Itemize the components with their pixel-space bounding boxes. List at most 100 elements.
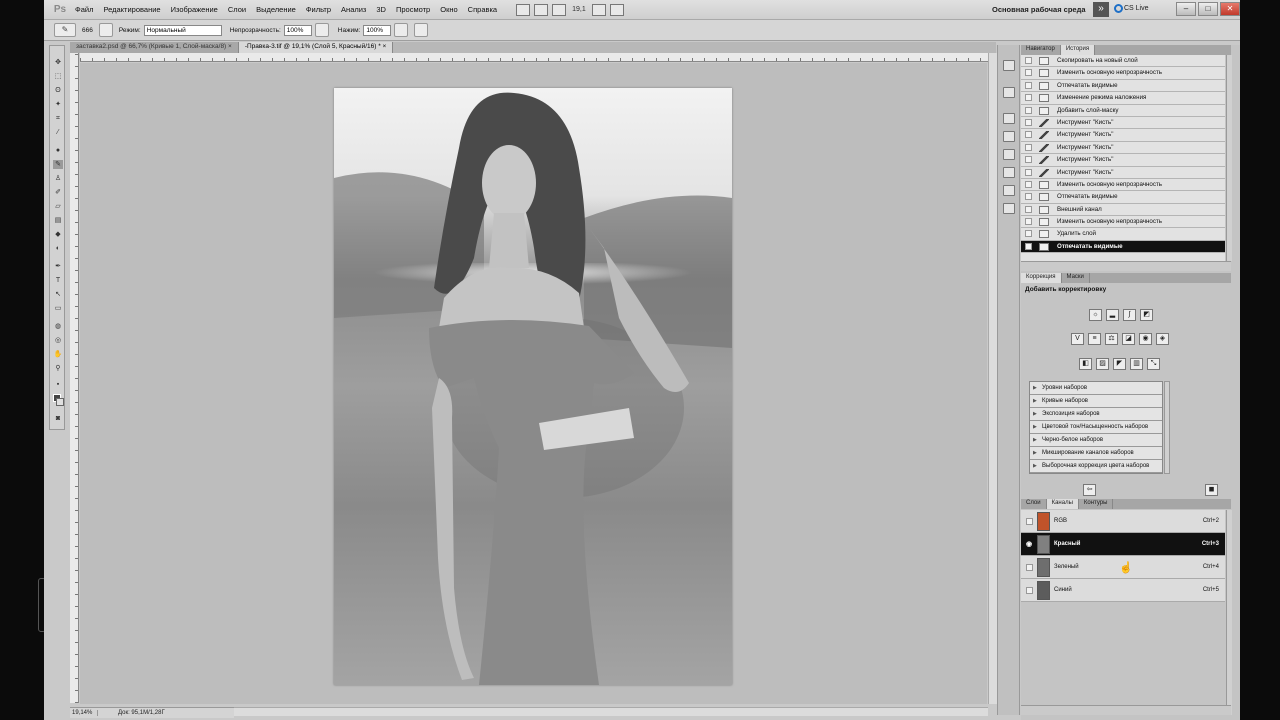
3d-rotate-tool-icon[interactable]: ◍	[53, 322, 63, 331]
tab-masks[interactable]: Маски	[1061, 273, 1090, 283]
photo-filter-icon[interactable]: ◉	[1139, 333, 1152, 345]
status-zoom-field[interactable]: 19,14%	[70, 710, 98, 716]
history-source-checkbox[interactable]	[1025, 69, 1032, 77]
channel-row[interactable]: ◉ Красный Ctrl+3	[1021, 533, 1225, 556]
menu-analysis[interactable]: Анализ	[336, 5, 371, 14]
quick-select-tool-icon[interactable]: ✦	[53, 100, 63, 109]
history-item[interactable]: Инструмент "Кисть"	[1021, 167, 1225, 179]
tab-layers[interactable]: Слои	[1021, 499, 1047, 509]
canvas-horizontal-scrollbar[interactable]	[234, 707, 988, 716]
history-source-checkbox[interactable]	[1025, 143, 1032, 151]
airbrush-icon[interactable]	[394, 23, 409, 37]
history-item[interactable]: Скопировать на новый слой	[1021, 55, 1225, 68]
tab-channels[interactable]: Каналы	[1046, 499, 1079, 509]
curves-icon[interactable]: ∫	[1123, 309, 1136, 321]
eyedropper-tool-icon[interactable]: ⁄	[53, 128, 63, 137]
tab-document-1[interactable]: заставка2.psd @ 66,7% (Кривые 1, Слой-ма…	[70, 42, 239, 53]
crop-tool-icon[interactable]: ⌗	[53, 114, 63, 123]
default-colors-icon[interactable]: ▪	[53, 380, 63, 389]
clone-source-panel-icon[interactable]	[1003, 131, 1015, 142]
eye-icon[interactable]	[1026, 564, 1033, 571]
cs-live-button[interactable]: CS Live	[1124, 5, 1149, 12]
history-item[interactable]: Изменить основную непрозрачность	[1021, 216, 1225, 229]
maximize-button[interactable]: □	[1198, 2, 1218, 16]
dodge-tool-icon[interactable]: ◐	[53, 244, 63, 253]
eye-icon[interactable]: ◉	[1026, 541, 1033, 548]
blur-tool-icon[interactable]: ◆	[53, 230, 63, 239]
tab-paths[interactable]: Контуры	[1078, 499, 1114, 509]
preset-item[interactable]: Черно-белое наборов	[1030, 434, 1162, 447]
channels-scrollbar[interactable]	[1226, 510, 1232, 715]
3d-orbit-tool-icon[interactable]: ◎	[53, 336, 63, 345]
history-item[interactable]: Отпечатать видимые	[1021, 80, 1225, 93]
history-item[interactable]: Удалить слой	[1021, 228, 1225, 241]
menu-view[interactable]: Просмотр	[391, 5, 435, 14]
status-doc-size[interactable]: Док: 95,1M/1,28Г	[118, 710, 165, 716]
history-scrollbar[interactable]	[1226, 55, 1232, 261]
actions-panel-icon[interactable]	[1003, 87, 1015, 98]
channel-row[interactable]: Синий Ctrl+5	[1021, 579, 1225, 602]
history-item[interactable]: Инструмент "Кисть"	[1021, 154, 1225, 167]
brush-tool-preset-icon[interactable]: ✎	[54, 23, 76, 37]
brush-presets-panel-icon[interactable]	[1003, 113, 1015, 124]
workspace-label[interactable]: Основная рабочая среда	[992, 5, 1086, 14]
opacity-field[interactable]: 100%	[283, 24, 312, 36]
menu-filter[interactable]: Фильтр	[301, 5, 336, 14]
history-item[interactable]: Инструмент "Кисть"	[1021, 142, 1225, 155]
menu-file[interactable]: Файл	[70, 5, 98, 14]
history-item[interactable]: Изменение режима наложения	[1021, 92, 1225, 105]
mode-select[interactable]: Нормальный	[143, 24, 222, 36]
preset-item[interactable]: Микширование каналов наборов	[1030, 447, 1162, 460]
preset-item[interactable]: Кривые наборов	[1030, 395, 1162, 408]
history-item[interactable]: Изменить основную непрозрачность	[1021, 67, 1225, 80]
gradient-map-icon[interactable]: ▥	[1130, 358, 1143, 370]
histogram-panel-icon[interactable]	[1003, 167, 1015, 178]
history-item[interactable]: Внешний канал	[1021, 204, 1225, 217]
menu-window[interactable]: Окно	[435, 5, 462, 14]
hue-saturation-icon[interactable]: ≡	[1088, 333, 1101, 345]
tab-adjustments[interactable]: Коррекция	[1021, 273, 1062, 283]
background-color-swatch[interactable]	[56, 398, 64, 406]
hand-tool-icon[interactable]: ✋	[53, 350, 63, 359]
tab-document-2[interactable]: -Правка-3.tif @ 19,1% (Слой 5, Красный/1…	[238, 42, 394, 53]
healing-brush-tool-icon[interactable]: ●	[53, 146, 63, 155]
zoom-tool-icon[interactable]: ⚲	[53, 364, 63, 373]
history-source-checkbox[interactable]	[1025, 205, 1032, 213]
pressure-field[interactable]: 100%	[363, 24, 392, 36]
move-tool-icon[interactable]: ✥	[53, 58, 63, 67]
zoom-level-menu[interactable]: 19,1	[572, 6, 586, 13]
selective-color-icon[interactable]: ⤡	[1147, 358, 1160, 370]
history-source-checkbox[interactable]	[1025, 57, 1032, 64]
preset-item[interactable]: Экспозиция наборов	[1030, 408, 1162, 421]
brush-panel-icon[interactable]	[98, 23, 113, 37]
black-white-icon[interactable]: ◪	[1122, 333, 1135, 345]
history-source-checkbox[interactable]	[1025, 180, 1032, 188]
brush-size-value[interactable]: 666	[82, 27, 93, 34]
exposure-icon[interactable]: ◩	[1140, 309, 1153, 321]
bridge-icon[interactable]	[516, 3, 531, 16]
menu-layers[interactable]: Слои	[223, 5, 251, 14]
posterize-icon[interactable]: ▨	[1096, 358, 1109, 370]
quick-mask-icon[interactable]: ◙	[53, 414, 63, 423]
tool-presets-panel-icon[interactable]	[1003, 149, 1015, 160]
workspace-expand-button[interactable]: »	[1093, 2, 1109, 17]
canvas-vertical-scrollbar[interactable]	[988, 53, 997, 704]
eye-icon[interactable]	[1026, 518, 1033, 525]
history-source-checkbox[interactable]	[1025, 106, 1032, 114]
navigator-panel-icon[interactable]	[1003, 60, 1015, 71]
swatches-panel-icon[interactable]	[1003, 203, 1015, 214]
menu-help[interactable]: Справка	[463, 5, 502, 14]
gradient-tool-icon[interactable]: ▤	[53, 216, 63, 225]
presets-scrollbar[interactable]	[1164, 381, 1170, 474]
preset-item[interactable]: Уровни наборов	[1030, 382, 1162, 395]
history-source-checkbox[interactable]	[1025, 230, 1032, 238]
extras-icon[interactable]	[552, 3, 567, 16]
history-item[interactable]: Изменить основную непрозрачность	[1021, 179, 1225, 192]
history-source-checkbox[interactable]	[1025, 193, 1032, 201]
history-item[interactable]: Инструмент "Кисть"	[1021, 117, 1225, 130]
history-source-checkbox[interactable]	[1025, 81, 1032, 89]
shape-tool-icon[interactable]: ▭	[53, 304, 63, 313]
marquee-tool-icon[interactable]: ⬚	[53, 72, 63, 81]
arrange-icon[interactable]	[591, 3, 606, 16]
tablet-pressure-icon[interactable]	[414, 23, 429, 37]
